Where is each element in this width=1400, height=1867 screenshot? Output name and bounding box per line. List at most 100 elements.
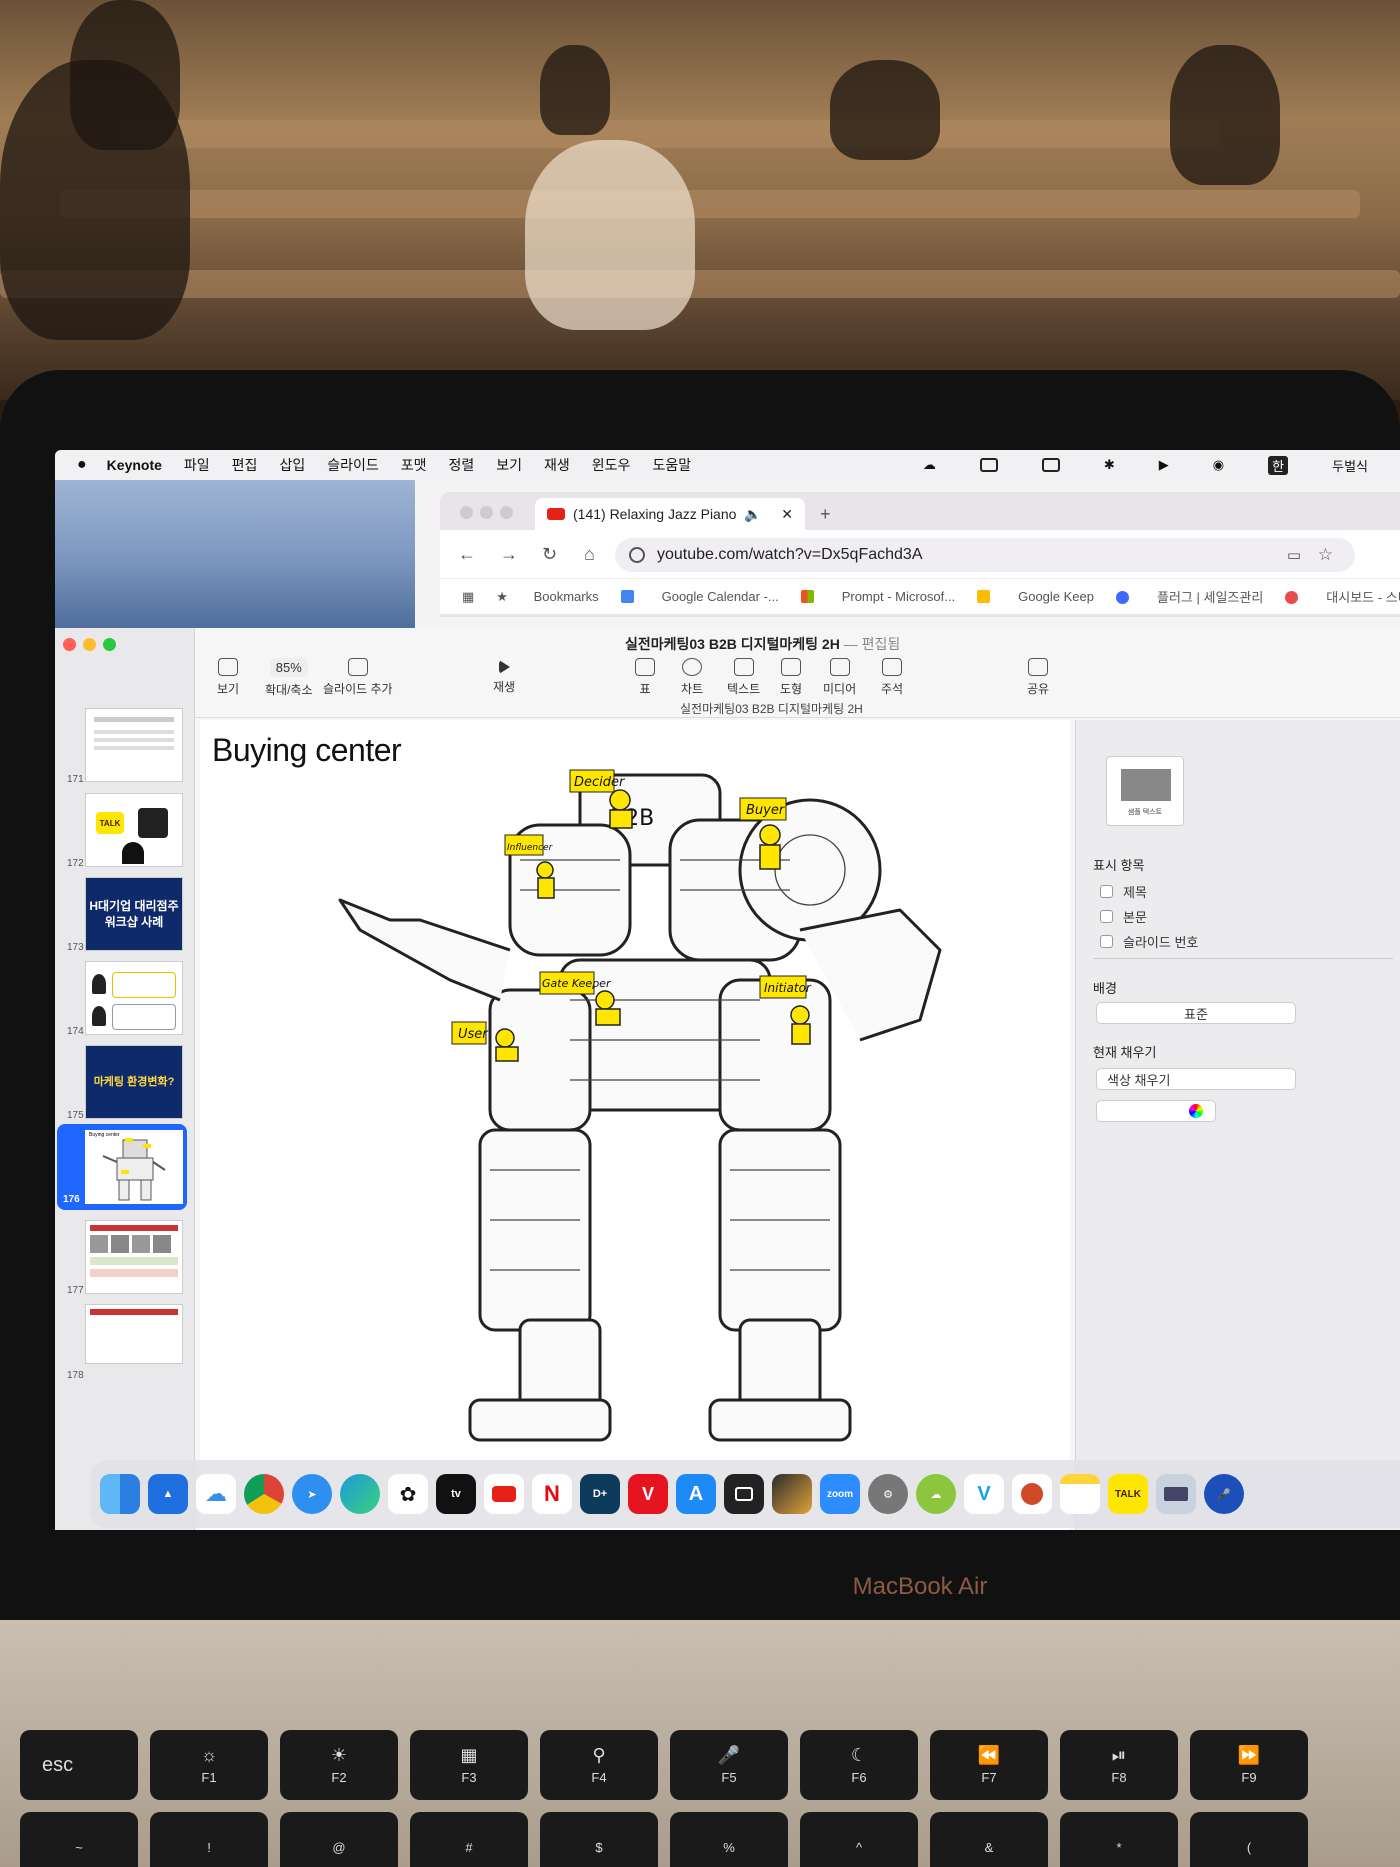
bookmark-item[interactable]: 대시보드 - 스티비 (1285, 587, 1400, 606)
cloud-app-icon[interactable]: ☁ (916, 1474, 956, 1514)
comment-button[interactable]: 주석 (881, 658, 903, 697)
minimize-button[interactable] (480, 506, 493, 519)
speaker-icon[interactable]: 🔈 (744, 506, 761, 523)
slide-thumbnail[interactable]: 마케팅 환경변화? (85, 1045, 183, 1119)
esc-key[interactable]: esc (20, 1730, 138, 1800)
disney-plus-icon[interactable]: D+ (580, 1474, 620, 1514)
minimize-button[interactable] (83, 638, 96, 651)
display-icon[interactable] (1041, 458, 1060, 472)
f7-key[interactable]: ⏪ F7 (930, 1730, 1048, 1800)
hash-key[interactable]: # (410, 1812, 528, 1867)
zoom-button[interactable] (500, 506, 513, 519)
bookmark-item[interactable]: 플러그 | 세일즈관리 (1116, 587, 1263, 606)
youtube-icon[interactable] (484, 1474, 524, 1514)
checkbox[interactable] (1100, 935, 1113, 948)
menu-arrange[interactable]: 정렬 (449, 455, 475, 475)
screenshot-icon[interactable] (724, 1474, 764, 1514)
percent-key[interactable]: % (670, 1812, 788, 1867)
play-circle-icon[interactable]: ▶ (1159, 457, 1169, 473)
slide-thumbnail[interactable]: H대기업 대리점주 워크샵 사례 (85, 877, 183, 951)
zoom-icon[interactable]: zoom (820, 1474, 860, 1514)
exclamation-key[interactable]: ! (150, 1812, 268, 1867)
asterisk-key[interactable]: * (1060, 1812, 1178, 1867)
checkbox[interactable] (1100, 910, 1113, 923)
tilde-key[interactable]: ~ (20, 1812, 138, 1867)
menu-format[interactable]: 포맷 (401, 455, 427, 475)
f8-key[interactable]: ⏯ F8 (1060, 1730, 1178, 1800)
ampersand-key[interactable]: & (930, 1812, 1048, 1867)
background-style-button[interactable]: 표준 (1096, 1002, 1296, 1024)
menu-view[interactable]: 보기 (496, 455, 522, 475)
menu-file[interactable]: 파일 (184, 455, 210, 475)
slide-thumbnail[interactable] (85, 961, 183, 1035)
home-icon[interactable]: ⌂ (584, 544, 608, 565)
keynote-icon[interactable]: ▲ (148, 1474, 188, 1514)
at-key[interactable]: @ (280, 1812, 398, 1867)
menu-help[interactable]: 도움말 (652, 455, 691, 475)
robot-illustration[interactable]: B2B Decider Buyer Influencer Gate Keeper… (200, 720, 1070, 1530)
back-icon[interactable]: ← (458, 544, 482, 565)
printer-icon[interactable] (1156, 1474, 1196, 1514)
apple-tv-icon[interactable]: tv (436, 1474, 476, 1514)
table-button[interactable]: 표 (635, 658, 655, 697)
slide-thumbnail[interactable] (85, 1304, 183, 1364)
slide-thumbnail[interactable]: TALK (85, 793, 183, 867)
system-settings-icon[interactable]: ⚙ (868, 1474, 908, 1514)
f9-key[interactable]: ⏩ F9 (1190, 1730, 1308, 1800)
url-input[interactable]: youtube.com/watch?v=Dx5qFachd3A ▭ ☆ (615, 538, 1355, 572)
final-cut-icon[interactable] (772, 1474, 812, 1514)
zoom-control[interactable]: 85% 확대/축소 (265, 658, 313, 698)
view-button[interactable]: 보기 (217, 658, 239, 697)
forward-icon[interactable]: → (500, 544, 524, 565)
f6-key[interactable]: ☾ F6 (800, 1730, 918, 1800)
finder-icon[interactable] (100, 1474, 140, 1514)
f1-key[interactable]: ☼ F1 (150, 1730, 268, 1800)
shape-button[interactable]: 도형 (780, 658, 802, 697)
body-checkbox[interactable]: 본문 (1100, 907, 1147, 926)
menu-play[interactable]: 재생 (544, 455, 570, 475)
chrome-icon[interactable] (244, 1474, 284, 1514)
color-well[interactable] (1096, 1100, 1216, 1122)
slide-thumbnail[interactable] (85, 708, 183, 782)
netflix-icon[interactable]: N (532, 1474, 572, 1514)
add-slide-button[interactable]: 슬라이드 추가 (323, 658, 393, 697)
paren-key[interactable]: ( (1190, 1812, 1308, 1867)
slide-thumbnail-selected[interactable]: Buying center (85, 1130, 183, 1204)
menu-insert[interactable]: 삽입 (279, 455, 305, 475)
input-source-badge[interactable]: 한 (1268, 455, 1289, 475)
checkbox[interactable] (1100, 885, 1113, 898)
apple-menu-icon[interactable]: ● (77, 456, 87, 474)
safari-icon[interactable]: ➤ (292, 1474, 332, 1514)
f4-key[interactable]: ⚲ F4 (540, 1730, 658, 1800)
site-settings-icon[interactable] (629, 547, 645, 563)
slide-thumbnail[interactable] (85, 1220, 183, 1294)
share-button[interactable]: 공유 (1027, 658, 1049, 697)
menu-edit[interactable]: 편집 (232, 455, 258, 475)
menu-app-name[interactable]: Keynote (107, 457, 162, 473)
play-button[interactable]: 재생 (493, 658, 515, 695)
close-tab-icon[interactable]: ✕ (781, 506, 793, 523)
edge-icon[interactable] (340, 1474, 380, 1514)
headphones-icon[interactable]: ◉ (1213, 457, 1224, 473)
chatgpt-icon[interactable]: ✿ (388, 1474, 428, 1514)
install-icon[interactable]: ▭ (1287, 546, 1301, 564)
star-icon[interactable]: ☆ (1318, 545, 1333, 565)
menu-slide[interactable]: 슬라이드 (327, 455, 379, 475)
f3-key[interactable]: ▦ F3 (410, 1730, 528, 1800)
bookmark-item[interactable]: ★ Bookmarks (496, 589, 598, 605)
voice-icon[interactable]: 🎤 (1204, 1474, 1244, 1514)
text-button[interactable]: 텍스트 (727, 658, 760, 697)
chart-button[interactable]: 차트 (681, 658, 703, 697)
tving-icon[interactable]: V (628, 1474, 668, 1514)
f5-key[interactable]: 🎤 F5 (670, 1730, 788, 1800)
apps-grid-icon[interactable]: ▦ (462, 589, 474, 605)
v-app-icon[interactable]: V (964, 1474, 1004, 1514)
browser-tab[interactable]: (141) Relaxing Jazz Piano 🔈 ✕ (535, 498, 805, 530)
slide-number-checkbox[interactable]: 슬라이드 번호 (1100, 932, 1198, 951)
bookmark-item[interactable]: Google Keep (977, 589, 1094, 604)
slide-layout-preview[interactable]: 샘플 텍스트 (1106, 756, 1184, 826)
media-button[interactable]: 미디어 (823, 658, 856, 697)
app-store-icon[interactable]: A (676, 1474, 716, 1514)
close-button[interactable] (460, 506, 473, 519)
notes-icon[interactable] (1060, 1474, 1100, 1514)
